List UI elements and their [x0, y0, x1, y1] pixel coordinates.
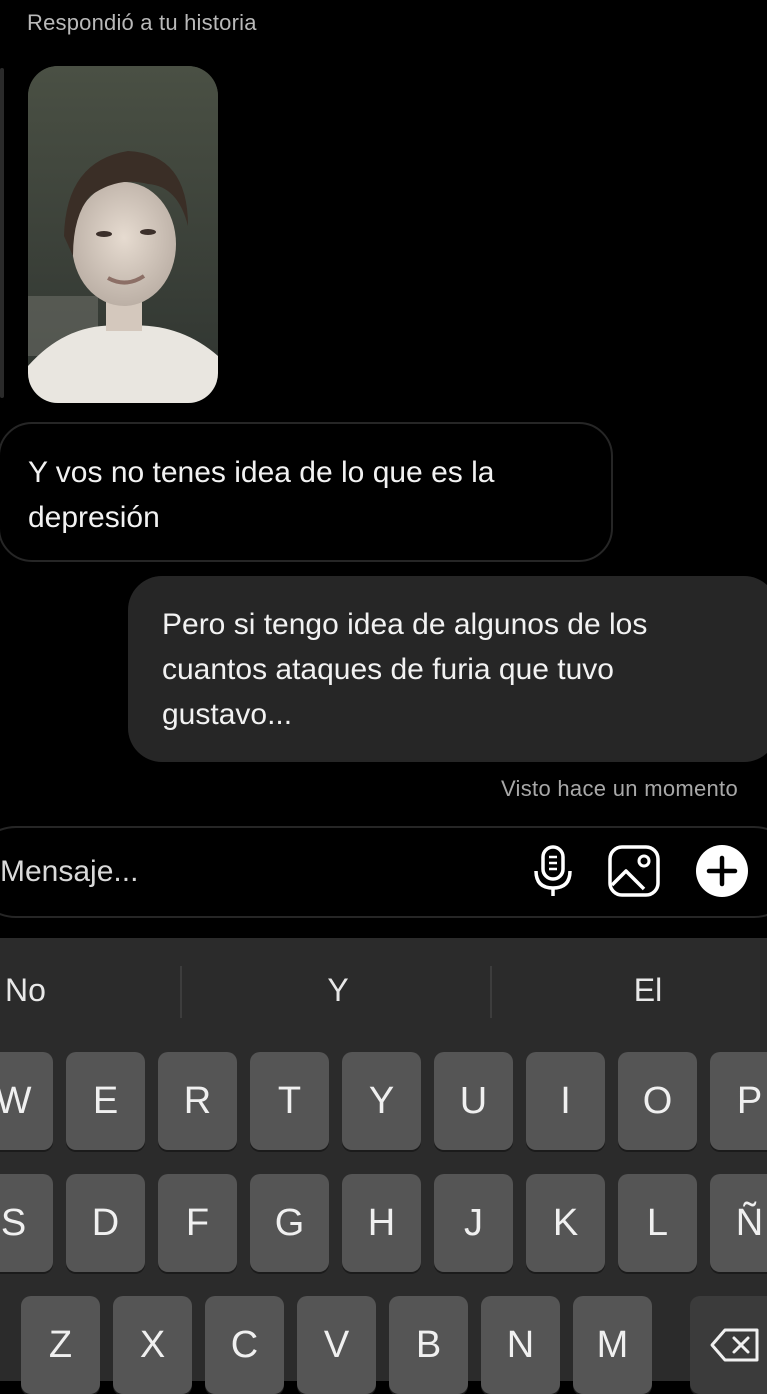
key-v[interactable]: V	[297, 1296, 376, 1394]
key-p[interactable]: P	[710, 1052, 767, 1150]
key-c[interactable]: C	[205, 1296, 284, 1394]
key-o[interactable]: O	[618, 1052, 697, 1150]
story-reply-caption: Respondió a tu historia	[27, 10, 257, 35]
key-g[interactable]: G	[250, 1174, 329, 1272]
suggestion-no[interactable]: No	[5, 972, 46, 1009]
add-icon[interactable]	[694, 843, 750, 899]
key-h[interactable]: H	[342, 1174, 421, 1272]
sent-message-line-3: gustavo...	[162, 698, 293, 731]
received-message-bubble[interactable]: Y vos no tenes idea de lo que es la depr…	[0, 422, 613, 562]
story-thumbnail[interactable]	[28, 66, 218, 403]
backspace-key[interactable]	[690, 1296, 767, 1394]
key-e[interactable]: E	[66, 1052, 145, 1150]
image-gallery-icon[interactable]	[606, 843, 662, 899]
key-w[interactable]: W	[0, 1052, 53, 1150]
key-s[interactable]: S	[0, 1174, 53, 1272]
key-r[interactable]: R	[158, 1052, 237, 1150]
key-j[interactable]: J	[434, 1174, 513, 1272]
key-u[interactable]: U	[434, 1052, 513, 1150]
key-d[interactable]: D	[66, 1174, 145, 1272]
key-f[interactable]: F	[158, 1174, 237, 1272]
key-t[interactable]: T	[250, 1052, 329, 1150]
suggestion-divider	[180, 966, 182, 1018]
key-b[interactable]: B	[389, 1296, 468, 1394]
story-photo	[28, 66, 218, 403]
key-n-tilde[interactable]: Ñ	[710, 1174, 767, 1272]
reply-indicator-line	[0, 68, 4, 398]
microphone-icon[interactable]	[525, 843, 581, 899]
message-input[interactable]	[0, 850, 500, 894]
sent-message-bubble[interactable]: Pero si tengo idea de algunos de los cua…	[128, 576, 767, 762]
suggestion-el[interactable]: El	[628, 972, 668, 1009]
key-k[interactable]: K	[526, 1174, 605, 1272]
key-n[interactable]: N	[481, 1296, 560, 1394]
backspace-icon	[710, 1328, 759, 1362]
sent-message-line-2: cuantos ataques de furia que tuvo	[162, 653, 614, 686]
key-z[interactable]: Z	[21, 1296, 100, 1394]
key-i[interactable]: I	[526, 1052, 605, 1150]
key-l[interactable]: L	[618, 1174, 697, 1272]
key-y[interactable]: Y	[342, 1052, 421, 1150]
key-m[interactable]: M	[573, 1296, 652, 1394]
suggestion-divider	[490, 966, 492, 1018]
received-message-line-1: Y vos no tenes idea de lo que es la	[28, 456, 495, 489]
sent-message-line-1: Pero si tengo idea de algunos de los	[162, 608, 648, 641]
seen-status: Visto hace un momento	[500, 776, 738, 801]
received-message-line-2: depresión	[28, 501, 160, 534]
suggestion-y[interactable]: Y	[318, 972, 358, 1009]
key-x[interactable]: X	[113, 1296, 192, 1394]
